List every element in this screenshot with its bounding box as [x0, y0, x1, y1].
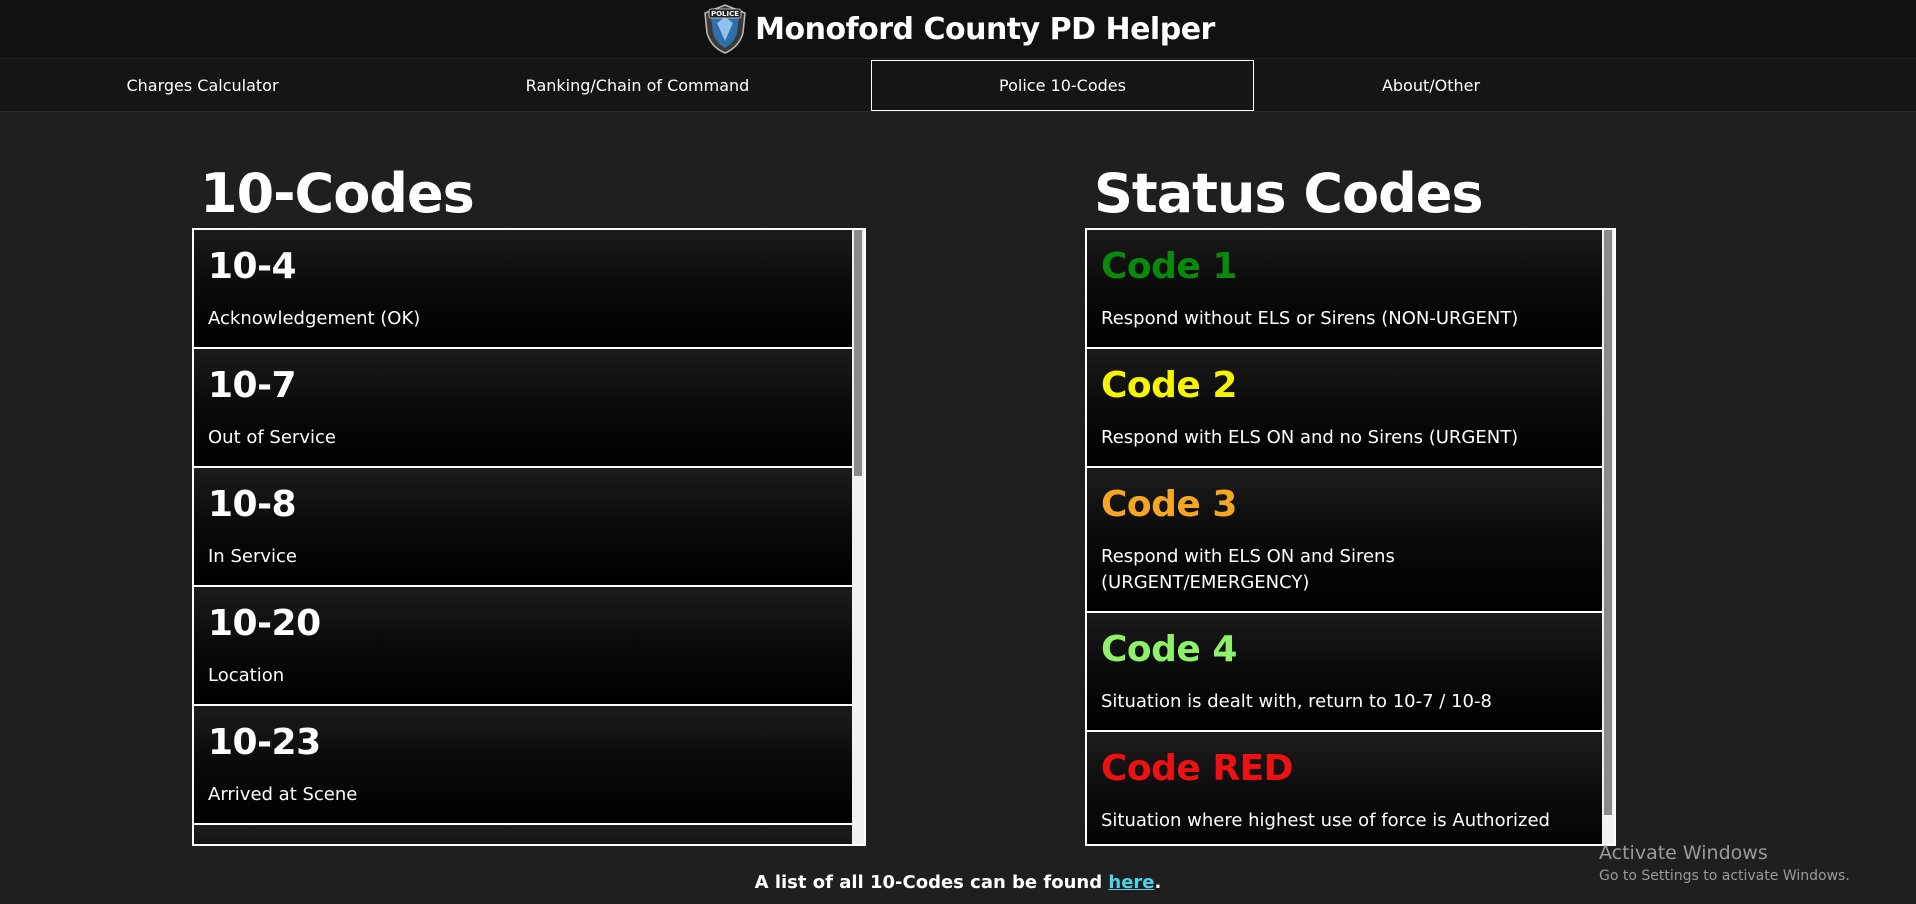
ten-codes-scrollbar[interactable]: [852, 230, 864, 844]
footer-suffix: .: [1154, 872, 1162, 893]
status-code-card: Code 3 Respond with ELS ON and Sirens (U…: [1087, 468, 1602, 613]
status-code-desc: Respond without ELS or Sirens (NON-URGEN…: [1101, 308, 1519, 329]
ten-codes-scroll-thumb[interactable]: [854, 230, 862, 476]
ten-code-card: [194, 825, 852, 844]
status-code-desc: Respond with ELS ON and Sirens (URGENT/E…: [1101, 546, 1395, 593]
ten-code-card: 10-23 Arrived at Scene: [194, 706, 852, 825]
status-code-desc: Situation is dealt with, return to 10-7 …: [1101, 691, 1492, 712]
status-code: Code 2: [1101, 365, 1237, 406]
nav-ranking-chain-of-command[interactable]: Ranking/Chain of Command: [405, 59, 870, 111]
ten-code-desc: Out of Service: [208, 427, 336, 448]
status-code-desc: Respond with ELS ON and no Sirens (URGEN…: [1101, 427, 1519, 448]
watermark-title: Activate Windows: [1599, 842, 1768, 864]
ten-code: 10-7: [208, 365, 297, 406]
status-code-card: Code 4 Situation is dealt with, return t…: [1087, 613, 1602, 732]
ten-code-card: 10-8 In Service: [194, 468, 852, 587]
nav-about-other[interactable]: About/Other: [1254, 59, 1608, 111]
nav-charges-calculator[interactable]: Charges Calculator: [0, 59, 405, 111]
ten-code-card: 10-7 Out of Service: [194, 349, 852, 468]
status-codes-title: Status Codes: [1094, 162, 1483, 225]
status-code-card: Code 1 Respond without ELS or Sirens (NO…: [1087, 230, 1602, 349]
app-header: POLICE Monoford County PD Helper: [0, 0, 1916, 58]
status-code: Code 1: [1101, 246, 1237, 287]
all-codes-link[interactable]: here: [1108, 872, 1154, 893]
status-code: Code 3: [1101, 484, 1237, 525]
logo-text: POLICE: [711, 10, 739, 18]
police-badge-icon: POLICE: [704, 4, 746, 54]
status-codes-scroll-thumb[interactable]: [1604, 230, 1612, 815]
ten-code: 10-23: [208, 722, 321, 763]
ten-code-card: 10-4 Acknowledgement (OK): [194, 230, 852, 349]
ten-code: 10-20: [208, 603, 321, 644]
app-title: Monoford County PD Helper: [755, 11, 1215, 47]
status-code-card: Code 2 Respond with ELS ON and no Sirens…: [1087, 349, 1602, 468]
ten-code-desc: Location: [208, 665, 285, 686]
ten-code-desc: Acknowledgement (OK): [208, 308, 421, 329]
status-codes-panel[interactable]: Code 1 Respond without ELS or Sirens (NO…: [1085, 228, 1616, 846]
watermark-subtitle: Go to Settings to activate Windows.: [1599, 868, 1850, 884]
status-codes-list: Code 1 Respond without ELS or Sirens (NO…: [1087, 230, 1602, 844]
status-codes-scrollbar[interactable]: [1602, 230, 1614, 844]
ten-codes-panel[interactable]: 10-4 Acknowledgement (OK) 10-7 Out of Se…: [192, 228, 866, 846]
footer-text: A list of all 10-Codes can be found: [754, 872, 1109, 893]
ten-codes-title: 10-Codes: [200, 162, 475, 225]
ten-code-desc: Arrived at Scene: [208, 784, 358, 805]
main-nav: Charges Calculator Ranking/Chain of Comm…: [0, 58, 1916, 112]
nav-police-10-codes[interactable]: Police 10-Codes: [871, 60, 1254, 111]
status-code: Code 4: [1101, 629, 1237, 670]
activate-windows-watermark: Activate Windows Go to Settings to activ…: [1599, 840, 1850, 886]
ten-code: 10-8: [208, 484, 297, 525]
status-code-card: Code RED Situation where highest use of …: [1087, 732, 1602, 844]
ten-code-card: 10-20 Location: [194, 587, 852, 706]
status-code: Code RED: [1101, 748, 1294, 789]
ten-code: 10-4: [208, 246, 297, 287]
status-code-desc: Situation where highest use of force is …: [1101, 810, 1550, 831]
ten-codes-list: 10-4 Acknowledgement (OK) 10-7 Out of Se…: [194, 230, 852, 844]
ten-code-desc: In Service: [208, 546, 297, 567]
